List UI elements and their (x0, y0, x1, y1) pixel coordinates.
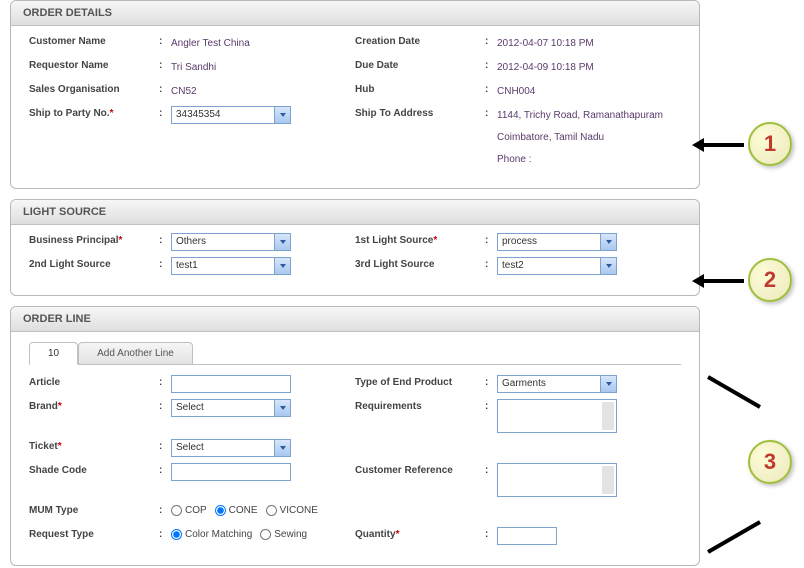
mum-type-label: MUM Type (29, 503, 159, 516)
customer-ref-textarea[interactable] (497, 463, 617, 497)
shade-code-label: Shade Code (29, 463, 159, 476)
second-light-label: 2nd Light Source (29, 257, 159, 270)
requirements-textarea[interactable] (497, 399, 617, 433)
customer-name-label: Customer Name (29, 34, 159, 47)
callout-1: 1 (748, 122, 792, 166)
light-source-panel: LIGHT SOURCE Business Principal* : Other… (10, 199, 700, 296)
chevron-down-icon (274, 234, 290, 250)
business-principal-select[interactable]: Others (171, 233, 291, 251)
business-principal-label: Business Principal* (29, 233, 159, 246)
ship-addr-line3: Phone : (497, 152, 663, 168)
requestor-name-value: Tri Sandhi (171, 58, 216, 76)
order-details-header: ORDER DETAILS (11, 1, 699, 26)
hub-label: Hub (355, 82, 485, 95)
due-date-value: 2012-04-09 10:18 PM (497, 58, 594, 76)
mum-vicone-radio[interactable] (266, 505, 277, 516)
quantity-input[interactable] (497, 527, 557, 545)
second-light-select[interactable]: test1 (171, 257, 291, 275)
chevron-down-icon (274, 400, 290, 416)
ship-to-party-select[interactable]: 34345354 (171, 106, 291, 124)
callout-3: 3 (748, 440, 792, 484)
tab-add-another[interactable]: Add Another Line (78, 342, 193, 364)
ticket-label: Ticket* (29, 439, 159, 452)
brand-select[interactable]: Select (171, 399, 291, 417)
ticket-select[interactable]: Select (171, 439, 291, 457)
requirements-label: Requirements (355, 399, 485, 412)
ship-to-party-label: Ship to Party No.* (29, 106, 159, 119)
hub-value: CNH004 (497, 82, 535, 100)
order-line-panel: ORDER LINE 10 Add Another Line Article :… (10, 306, 700, 566)
article-label: Article (29, 375, 159, 388)
light-source-body: Business Principal* : Others 1st Light S… (11, 225, 699, 295)
article-input[interactable] (171, 375, 291, 393)
rt-sewing-radio[interactable] (260, 529, 271, 540)
creation-date-value: 2012-04-07 10:18 PM (497, 34, 594, 52)
shade-code-input[interactable] (171, 463, 291, 481)
callout-2: 2 (748, 258, 792, 302)
customer-name-value: Angler Test China (171, 34, 250, 52)
first-light-select[interactable]: process (497, 233, 617, 251)
chevron-down-icon (274, 258, 290, 274)
sales-org-label: Sales Organisation (29, 82, 159, 95)
tab-bar: 10 Add Another Line (29, 342, 681, 365)
request-type-label: Request Type (29, 527, 159, 540)
creation-date-label: Creation Date (355, 34, 485, 47)
third-light-label: 3rd Light Source (355, 257, 485, 270)
arrow-3a (707, 375, 761, 408)
sales-org-value: CN52 (171, 82, 197, 100)
first-light-label: 1st Light Source* (355, 233, 485, 246)
order-line-body: 10 Add Another Line Article : Type of En… (11, 332, 699, 565)
type-end-product-select[interactable]: Garments (497, 375, 617, 393)
ship-addr-line2: Coimbatore, Tamil Nadu (497, 130, 663, 146)
chevron-down-icon (600, 234, 616, 250)
ship-to-address-label: Ship To Address (355, 106, 485, 119)
third-light-select[interactable]: test2 (497, 257, 617, 275)
arrow-2 (702, 279, 744, 283)
customer-ref-label: Customer Reference (355, 463, 485, 476)
arrow-1 (702, 143, 744, 147)
chevron-down-icon (600, 376, 616, 392)
chevron-down-icon (274, 440, 290, 456)
ship-addr-line1: 1144, Trichy Road, Ramanathapuram (497, 108, 663, 124)
requestor-name-label: Requestor Name (29, 58, 159, 71)
chevron-down-icon (600, 258, 616, 274)
mum-cone-radio[interactable] (215, 505, 226, 516)
due-date-label: Due Date (355, 58, 485, 71)
order-details-body: Customer Name : Angler Test China Creati… (11, 26, 699, 188)
order-line-header: ORDER LINE (11, 307, 699, 332)
tab-10[interactable]: 10 (29, 342, 78, 365)
rt-color-radio[interactable] (171, 529, 182, 540)
mum-cop-radio[interactable] (171, 505, 182, 516)
light-source-header: LIGHT SOURCE (11, 200, 699, 225)
chevron-down-icon (274, 107, 290, 123)
brand-label: Brand* (29, 399, 159, 412)
mum-type-group: COP CONE VICONE (171, 503, 318, 516)
arrow-3b (707, 520, 761, 553)
quantity-label: Quantity* (355, 527, 485, 540)
type-end-product-label: Type of End Product (355, 375, 485, 388)
request-type-group: Color Matching Sewing (171, 527, 307, 540)
order-details-panel: ORDER DETAILS Customer Name : Angler Tes… (10, 0, 700, 189)
